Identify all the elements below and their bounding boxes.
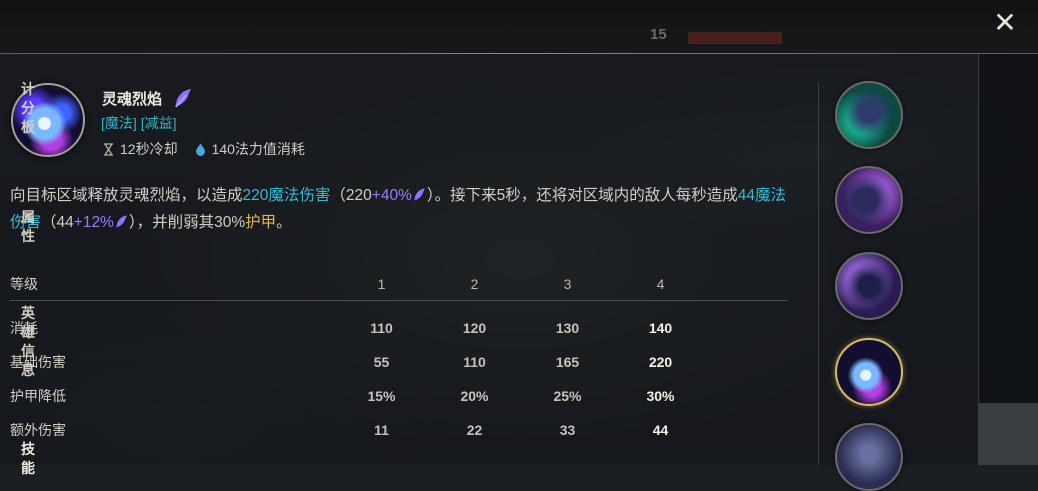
background-health-bar [688,32,782,44]
passive-skill-icon[interactable] [835,81,903,149]
top-bar: 15 [0,0,1038,53]
table-row: 额外伤害 11 22 33 44 [10,413,788,447]
desc-text: （220 [330,187,372,204]
table-header-level: 1 [377,276,386,292]
table-cell: 20% [460,388,489,404]
tab-scoreboard[interactable]: 计分板 [17,80,39,137]
table-cell: 33 [559,422,576,438]
mana-cost-text: 140法力值消耗 [211,141,305,157]
ability-tags: [魔法] [减益] [101,113,181,133]
tab-champion-info[interactable]: 英雄信息 [17,304,39,380]
desc-text: 向目标区域释放灵魂烈焰，以造成 [10,187,243,204]
desc-text: ），并削弱其30% [128,214,246,231]
skill-e-icon[interactable] [835,338,903,406]
magic-damage-text: 220魔法伤害 [242,187,331,204]
table-cell: 120 [462,320,487,336]
ability-power-feather-icon [175,89,191,108]
ability-description: 向目标区域释放灵魂烈焰，以造成220魔法伤害（220+40% ）。接下来5秒，还将… [10,182,795,236]
ap-ratio-text: +40% [371,187,412,204]
desc-text: （44 [41,214,74,231]
table-header-level: 2 [470,276,479,292]
table-header-label: 等级 [10,276,38,292]
armor-keyword: 护甲 [245,214,277,231]
table-header-level: 3 [563,276,572,292]
cooldown-text: 12秒冷却 [120,141,178,157]
desc-text: 。 [276,214,292,231]
background-level-badge: 15 [650,26,667,43]
tab-active-indicator [978,403,1038,465]
row-label: 基础伤害 [10,354,66,370]
table-cell: 22 [466,422,483,438]
ability-power-feather-icon [413,188,425,201]
table-row: 护甲降低 15% 20% 25% 30% [10,379,788,413]
row-label: 护甲降低 [10,388,66,404]
table-cell: 25% [553,388,582,404]
close-icon: ✕ [993,7,1017,38]
hourglass-icon [104,142,113,156]
table-header-level: 4 [656,276,665,292]
row-label: 额外伤害 [10,422,66,438]
table-cell: 15% [367,388,396,404]
ability-name: 灵魂烈焰 [102,91,163,108]
table-cell: 110 [370,320,393,336]
table-cell: 44 [652,422,669,438]
table-cell: 140 [648,320,673,336]
skill-w-icon[interactable] [835,252,903,320]
row-label: 消耗 [10,320,38,336]
ability-stats: 12秒冷却 140法力值消耗 [103,139,305,159]
table-cell: 30% [646,388,675,404]
skill-q-icon[interactable] [835,166,903,234]
table-header: 等级 1 2 3 4 [10,268,788,301]
tab-attributes[interactable]: 属性 [17,208,39,246]
tag-debuff: [减益] [140,115,177,131]
tag-magic: [魔法] [101,115,137,131]
table-cell: 165 [555,354,580,370]
ability-rank-table: 等级 1 2 3 4 消耗 110 120 130 140 基础伤害 55 11… [10,268,788,447]
close-button[interactable]: ✕ [990,8,1020,38]
table-cell: 11 [374,422,389,438]
mana-drop-icon [195,143,205,156]
table-cell: 220 [648,354,673,370]
ability-power-feather-icon [115,215,127,228]
skill-r-icon[interactable] [835,423,903,491]
table-cell: 110 [463,354,486,370]
skill-column-divider [818,82,819,465]
table-cell: 130 [555,320,580,336]
tab-skills[interactable]: 技能 [17,440,39,478]
table-row: 消耗 110 120 130 140 [10,311,788,345]
ap-ratio-text: +12% [73,214,114,231]
table-row: 基础伤害 55 110 165 220 [10,345,788,379]
table-cell: 55 [373,354,390,370]
desc-text: ）。接下来5秒，还将对区域内的敌人每秒造成 [426,187,738,204]
